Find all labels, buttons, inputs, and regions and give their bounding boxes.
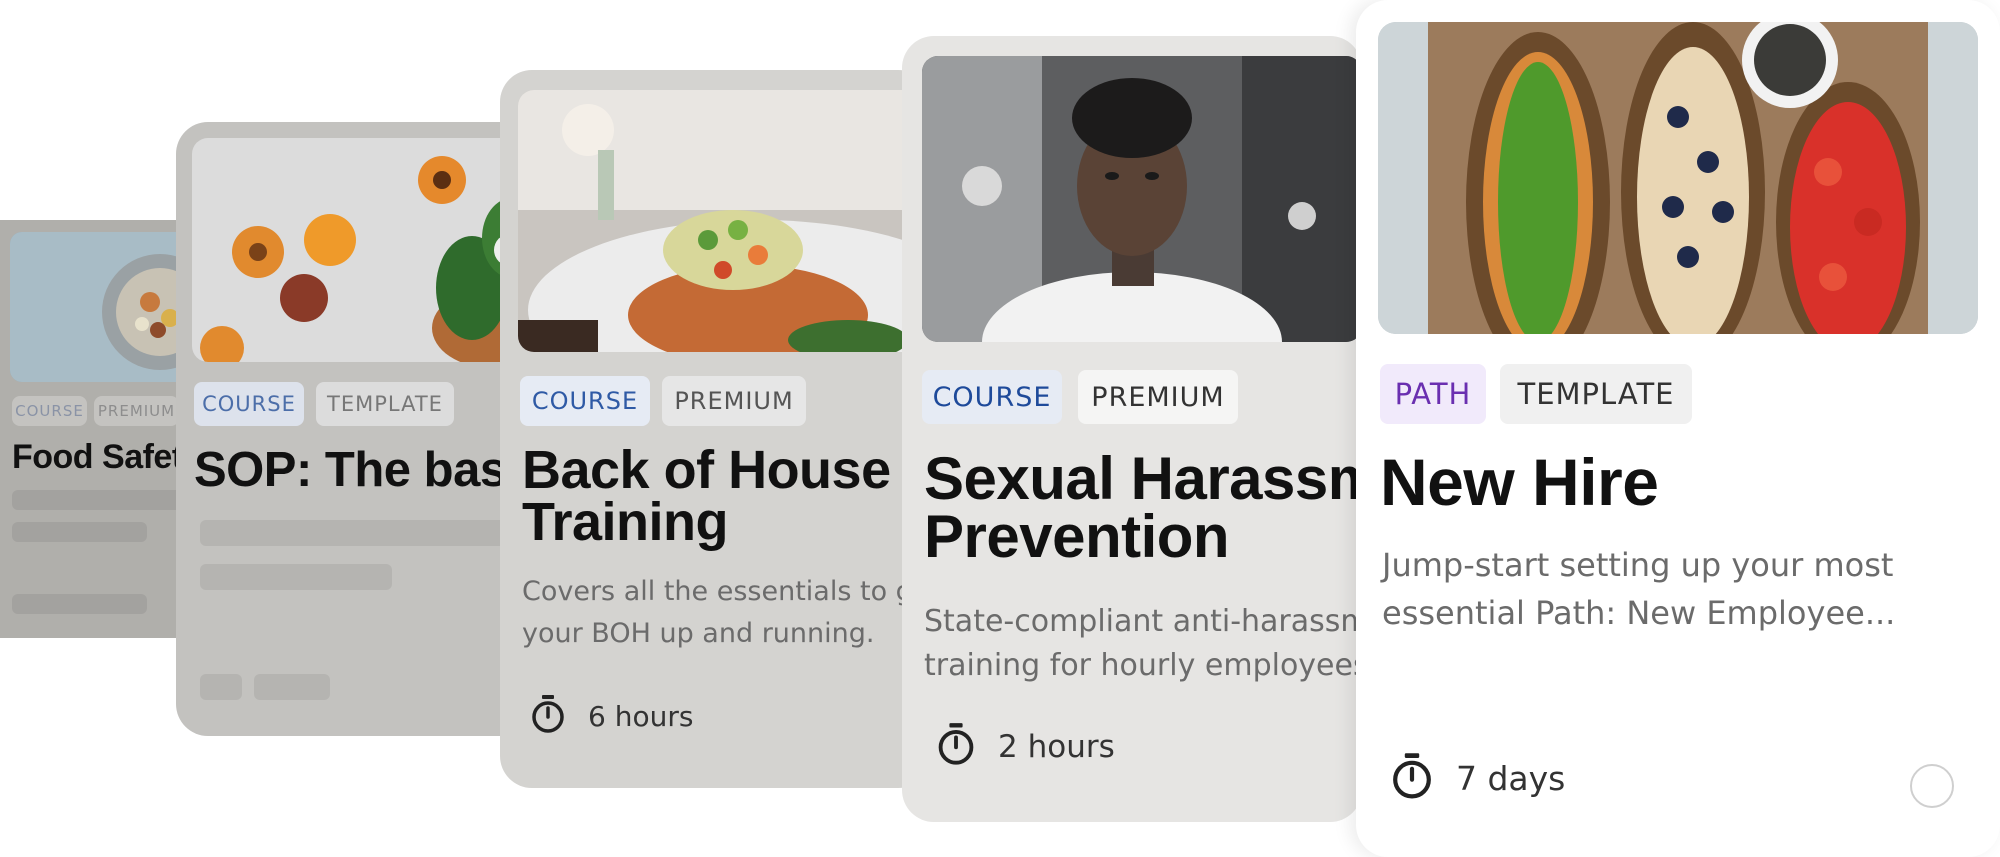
premium-tag: PREMIUM [662, 376, 806, 426]
duration: 6 hours [530, 694, 693, 739]
card-description-line-2: training for hourly employees [924, 648, 1362, 683]
skeleton-line [200, 520, 536, 546]
duration-text: 7 days [1456, 759, 1566, 798]
course-card-harassment-prevention[interactable]: COURSE PREMIUM Sexual Harassment Prevent… [902, 36, 1362, 822]
stopwatch-icon [936, 722, 976, 771]
card-description-line-1: Jump-start setting up your most [1382, 546, 1894, 584]
course-tag: COURSE [194, 382, 304, 426]
duration-text: 6 hours [588, 700, 694, 733]
card-title: SOP: The basics [194, 443, 536, 497]
template-tag: TEMPLATE [316, 382, 454, 426]
course-card-food-safety[interactable]: COURSE PREMIUM Food Safety [0, 220, 200, 638]
stopwatch-icon [530, 694, 566, 739]
skeleton-line [12, 490, 200, 510]
card-title-line-1: Back of House [522, 440, 891, 500]
duration: 7 days [1390, 752, 1565, 805]
template-tag: TEMPLATE [1500, 364, 1692, 424]
card-title-line-2: Prevention [924, 503, 1230, 570]
skeleton-line [200, 674, 242, 700]
card-title-line-2: Training [522, 492, 729, 552]
path-card-new-hire[interactable]: PATH TEMPLATE New Hire Jump-start settin… [1356, 0, 2000, 857]
food-safety-image [10, 232, 200, 382]
course-card-back-of-house[interactable]: COURSE PREMIUM Back of House Training Co… [500, 70, 930, 788]
harassment-prevention-image [922, 56, 1362, 342]
skeleton-line [254, 674, 330, 700]
card-title: Food Safety [12, 438, 200, 476]
card-title: New Hire [1380, 445, 1659, 519]
skeleton-line [200, 564, 392, 590]
back-of-house-image [518, 90, 930, 352]
course-tag: COURSE [12, 396, 87, 426]
card-description-line-2: essential Path: New Employee... [1382, 594, 1896, 632]
skeleton-line [12, 594, 147, 614]
new-hire-image [1378, 22, 1978, 334]
card-description-line-1: State-compliant anti-harassment [924, 604, 1362, 639]
card-description-line-1: Covers all the essentials to get [522, 576, 930, 607]
card-title-line-1: Sexual Harassment [924, 445, 1362, 512]
course-card-sop[interactable]: COURSE TEMPLATE SOP: The basics [176, 122, 536, 736]
stopwatch-icon [1390, 752, 1434, 805]
premium-tag: PREMIUM [1078, 370, 1238, 424]
course-tag: COURSE [922, 370, 1062, 424]
premium-tag: PREMIUM [94, 396, 179, 426]
radio-circle-icon[interactable] [1910, 764, 1954, 808]
skeleton-line [12, 522, 147, 542]
card-description-line-2: your BOH up and running. [522, 618, 875, 649]
course-tag: COURSE [520, 376, 650, 426]
duration: 2 hours [936, 722, 1115, 771]
duration-text: 2 hours [998, 728, 1115, 765]
sop-image [192, 138, 536, 362]
path-tag: PATH [1380, 364, 1486, 424]
